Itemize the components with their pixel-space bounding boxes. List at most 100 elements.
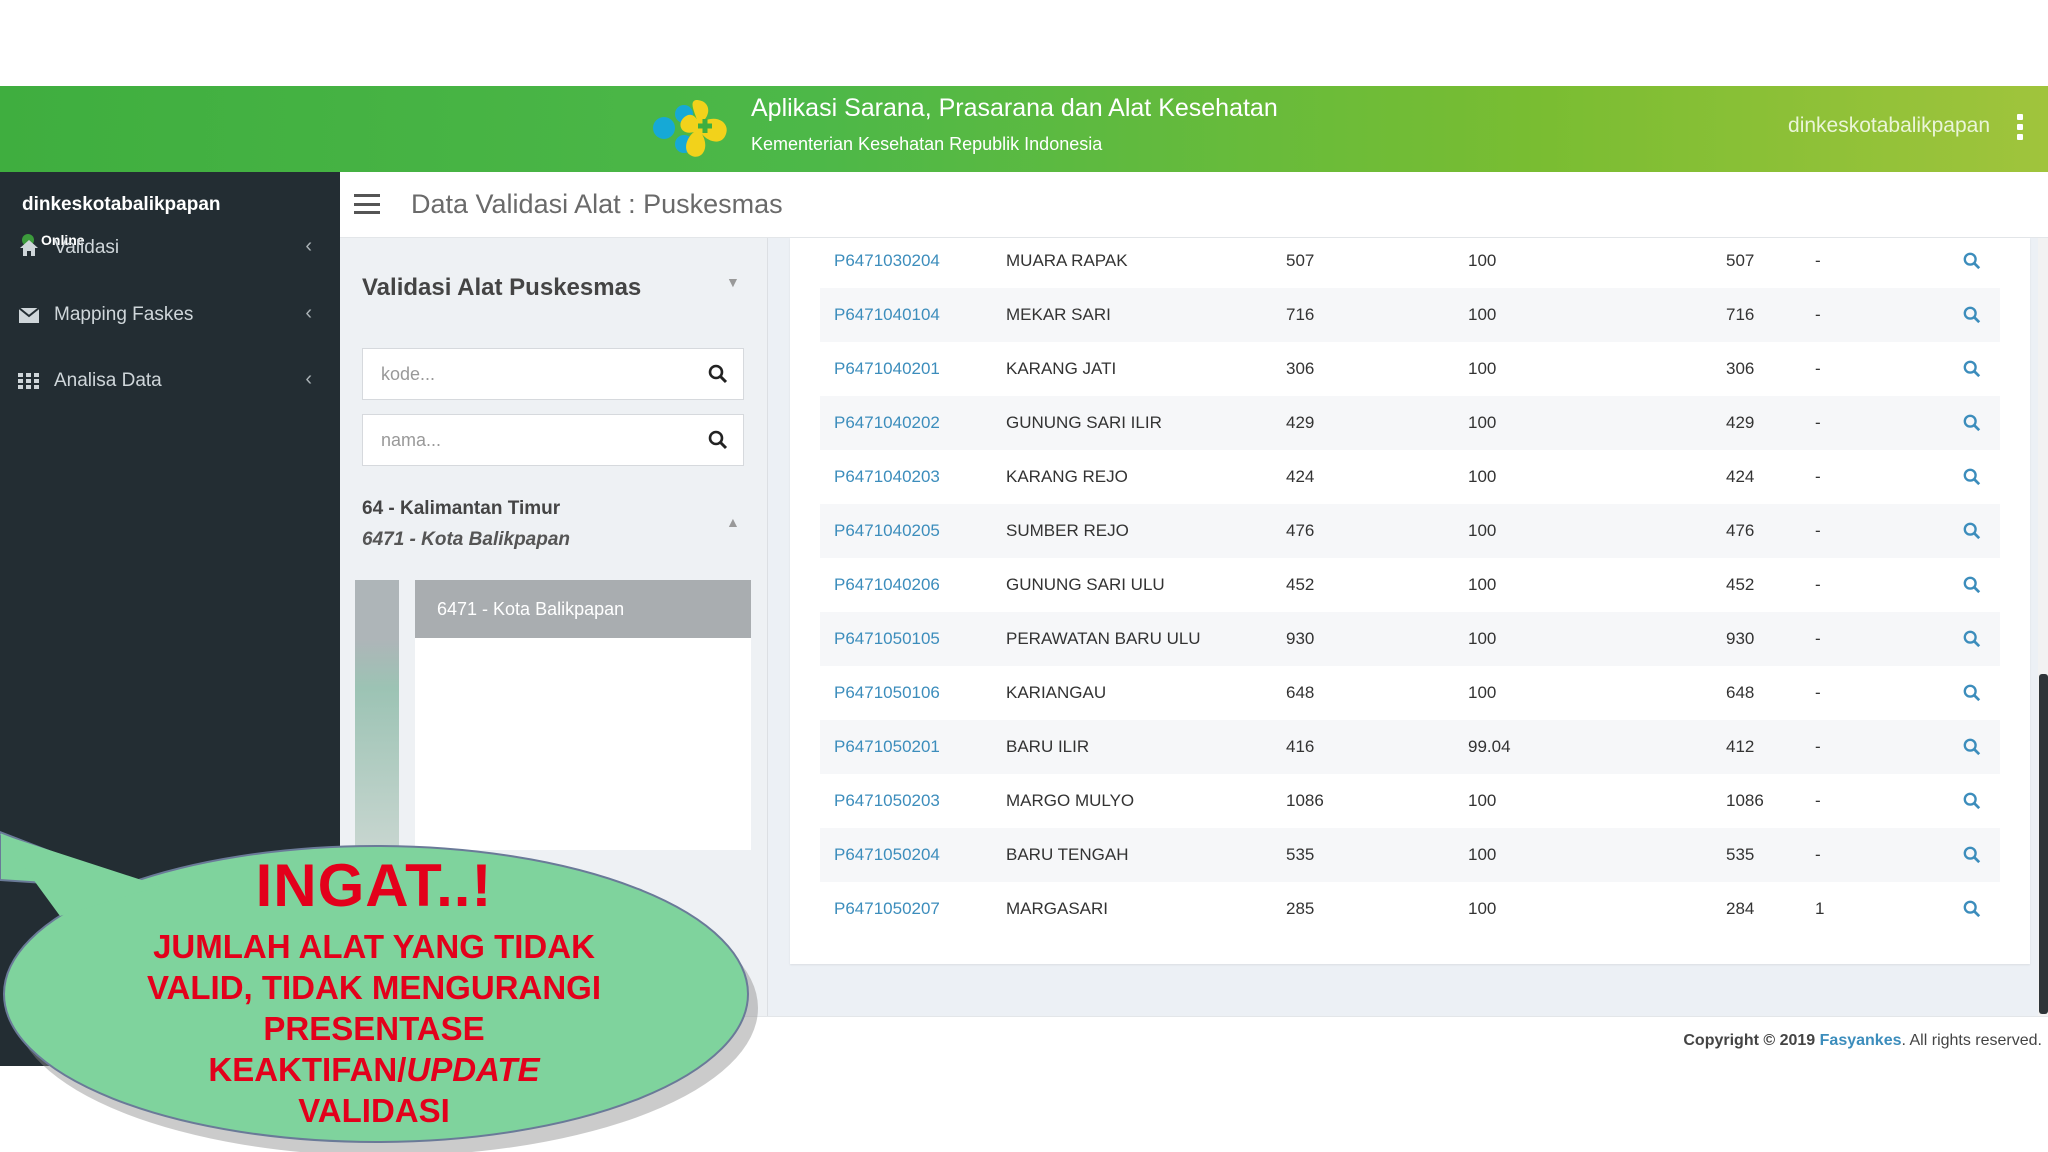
invalid-cell: -: [1815, 845, 1821, 864]
valid-cell: 284: [1726, 899, 1755, 918]
header-username[interactable]: dinkeskotabalikpapan: [1788, 114, 1990, 138]
invalid-cell: -: [1815, 683, 1821, 702]
view-detail-search-icon[interactable]: [1963, 234, 1981, 288]
scrollbar-thumb[interactable]: [2039, 674, 2048, 1014]
valid-cell: 507: [1726, 251, 1755, 270]
tree-item-selected[interactable]: 6471 - Kota Balikpapan: [415, 580, 751, 638]
percent-cell: 100: [1468, 251, 1497, 270]
chevron-left-icon: ‹: [305, 302, 312, 324]
kebab-menu-icon[interactable]: [2016, 114, 2024, 140]
puskesmas-code-link[interactable]: P6471050105: [834, 612, 940, 666]
province-label[interactable]: 64 - Kalimantan Timur: [362, 498, 560, 520]
percent-cell: 100: [1468, 845, 1497, 864]
puskesmas-code-link[interactable]: P6471040104: [834, 288, 940, 342]
total-cell: 648: [1286, 683, 1315, 702]
view-detail-search-icon[interactable]: [1963, 882, 1981, 936]
puskesmas-code-link[interactable]: P6471040206: [834, 558, 940, 612]
view-detail-search-icon[interactable]: [1963, 828, 1981, 882]
valid-cell: 648: [1726, 683, 1755, 702]
kode-search-input[interactable]: [363, 349, 693, 399]
copyright: Copyright © 2019 Fasyankes. All rights r…: [1683, 1032, 2042, 1050]
table-row: P6471040202 GUNUNG SARI ILIR 429 100 429 -: [820, 396, 2000, 450]
sidebar-item-validasi[interactable]: Validasi ‹: [0, 217, 340, 279]
callout-line: JUMLAH ALAT YANG TIDAK: [153, 928, 595, 965]
view-detail-search-icon[interactable]: [1963, 612, 1981, 666]
view-detail-search-icon[interactable]: [1963, 342, 1981, 396]
puskesmas-name-cell: MEKAR SARI: [1006, 305, 1111, 324]
percent-cell: 99.04: [1468, 737, 1511, 756]
puskesmas-code-link[interactable]: P6471050106: [834, 666, 940, 720]
search-icon[interactable]: [693, 430, 743, 450]
view-detail-search-icon[interactable]: [1963, 720, 1981, 774]
city-label[interactable]: 6471 - Kota Balikpapan: [362, 529, 570, 551]
puskesmas-code-link[interactable]: P6471030204: [834, 234, 940, 288]
invalid-cell: -: [1815, 359, 1821, 378]
chevron-left-icon: ‹: [305, 368, 312, 390]
sidebar-item-analisa-data[interactable]: Analisa Data ‹: [0, 350, 340, 412]
puskesmas-code-link[interactable]: P6471040201: [834, 342, 940, 396]
percent-cell: 100: [1468, 359, 1497, 378]
table-row: P6471050201 BARU ILIR 416 99.04 412 -: [820, 720, 2000, 774]
callout-line-italic: UPDATE: [406, 1051, 540, 1088]
view-detail-search-icon[interactable]: [1963, 396, 1981, 450]
invalid-cell: -: [1815, 575, 1821, 594]
callout-line: VALID, TIDAK MENGURANGI: [146, 969, 602, 1006]
puskesmas-code-link[interactable]: P6471050204: [834, 828, 940, 882]
view-detail-search-icon[interactable]: [1963, 504, 1981, 558]
puskesmas-code-link[interactable]: P6471040205: [834, 504, 940, 558]
sidebar-item-label: Mapping Faskes: [54, 304, 194, 325]
puskesmas-name-cell: KARIANGAU: [1006, 683, 1107, 702]
invalid-cell: -: [1815, 791, 1821, 810]
callout-line: PRESENTASE: [263, 1010, 485, 1047]
nama-search-field: [362, 414, 744, 466]
puskesmas-name-cell: MARGASARI: [1006, 899, 1109, 918]
copyright-prefix: Copyright © 2019: [1683, 1032, 1816, 1049]
fasyankes-link[interactable]: Fasyankes: [1820, 1032, 1902, 1049]
view-detail-search-icon[interactable]: [1963, 558, 1981, 612]
total-cell: 930: [1286, 629, 1315, 648]
invalid-cell: -: [1815, 629, 1821, 648]
table-row: P6471040205 SUMBER REJO 476 100 476 -: [820, 504, 2000, 558]
invalid-cell: -: [1815, 305, 1821, 324]
sidebar-item-mapping-faskes[interactable]: Mapping Faskes ‹: [0, 284, 340, 346]
valid-cell: 412: [1726, 737, 1755, 756]
callout-line: KEAKTIFAN/UPDATE: [100, 1049, 648, 1090]
puskesmas-code-link[interactable]: P6471040203: [834, 450, 940, 504]
percent-cell: 100: [1468, 791, 1497, 810]
table-row: P6471050105 PERAWATAN BARU ULU 930 100 930 -: [820, 612, 2000, 666]
puskesmas-code-link[interactable]: P6471050201: [834, 720, 940, 774]
puskesmas-code-link[interactable]: P6471050207: [834, 882, 940, 936]
view-detail-search-icon[interactable]: [1963, 774, 1981, 828]
filter-panel-title: Validasi Alat Puskesmas: [362, 274, 642, 301]
invalid-cell: -: [1815, 251, 1821, 270]
table-row: P6471040206 GUNUNG SARI ULU 452 100 452 -: [820, 558, 2000, 612]
total-cell: 306: [1286, 359, 1315, 378]
grid-icon: [18, 373, 40, 389]
envelope-icon: [18, 307, 40, 323]
puskesmas-code-link[interactable]: P6471040202: [834, 396, 940, 450]
page-title: Data Validasi Alat : Puskesmas: [411, 189, 783, 219]
puskesmas-name-cell: BARU ILIR: [1006, 737, 1090, 756]
hamburger-menu-icon[interactable]: [354, 194, 380, 214]
search-icon[interactable]: [693, 364, 743, 384]
caret-down-icon[interactable]: ▼: [726, 274, 740, 290]
view-detail-search-icon[interactable]: [1963, 450, 1981, 504]
topbar: Data Validasi Alat : Puskesmas: [340, 172, 2048, 238]
puskesmas-name-cell: KARANG REJO: [1006, 467, 1128, 486]
percent-cell: 100: [1468, 467, 1497, 486]
valid-cell: 476: [1726, 521, 1755, 540]
sidebar-item-label: Analisa Data: [54, 370, 162, 391]
table-row: P6471050106 KARIANGAU 648 100 648 -: [820, 666, 2000, 720]
table-row: P6471050203 MARGO MULYO 1086 100 1086 -: [820, 774, 2000, 828]
valid-cell: 535: [1726, 845, 1755, 864]
view-detail-search-icon[interactable]: [1963, 288, 1981, 342]
puskesmas-code-link[interactable]: P6471050203: [834, 774, 940, 828]
view-detail-search-icon[interactable]: [1963, 666, 1981, 720]
callout-line-part: KEAKTIFAN/: [208, 1051, 407, 1088]
caret-up-icon[interactable]: ▲: [726, 514, 740, 530]
valid-cell: 1086: [1726, 791, 1764, 810]
valid-cell: 424: [1726, 467, 1755, 486]
nama-search-input[interactable]: [363, 415, 693, 465]
kemenkes-logo-icon: [653, 100, 727, 157]
total-cell: 452: [1286, 575, 1315, 594]
